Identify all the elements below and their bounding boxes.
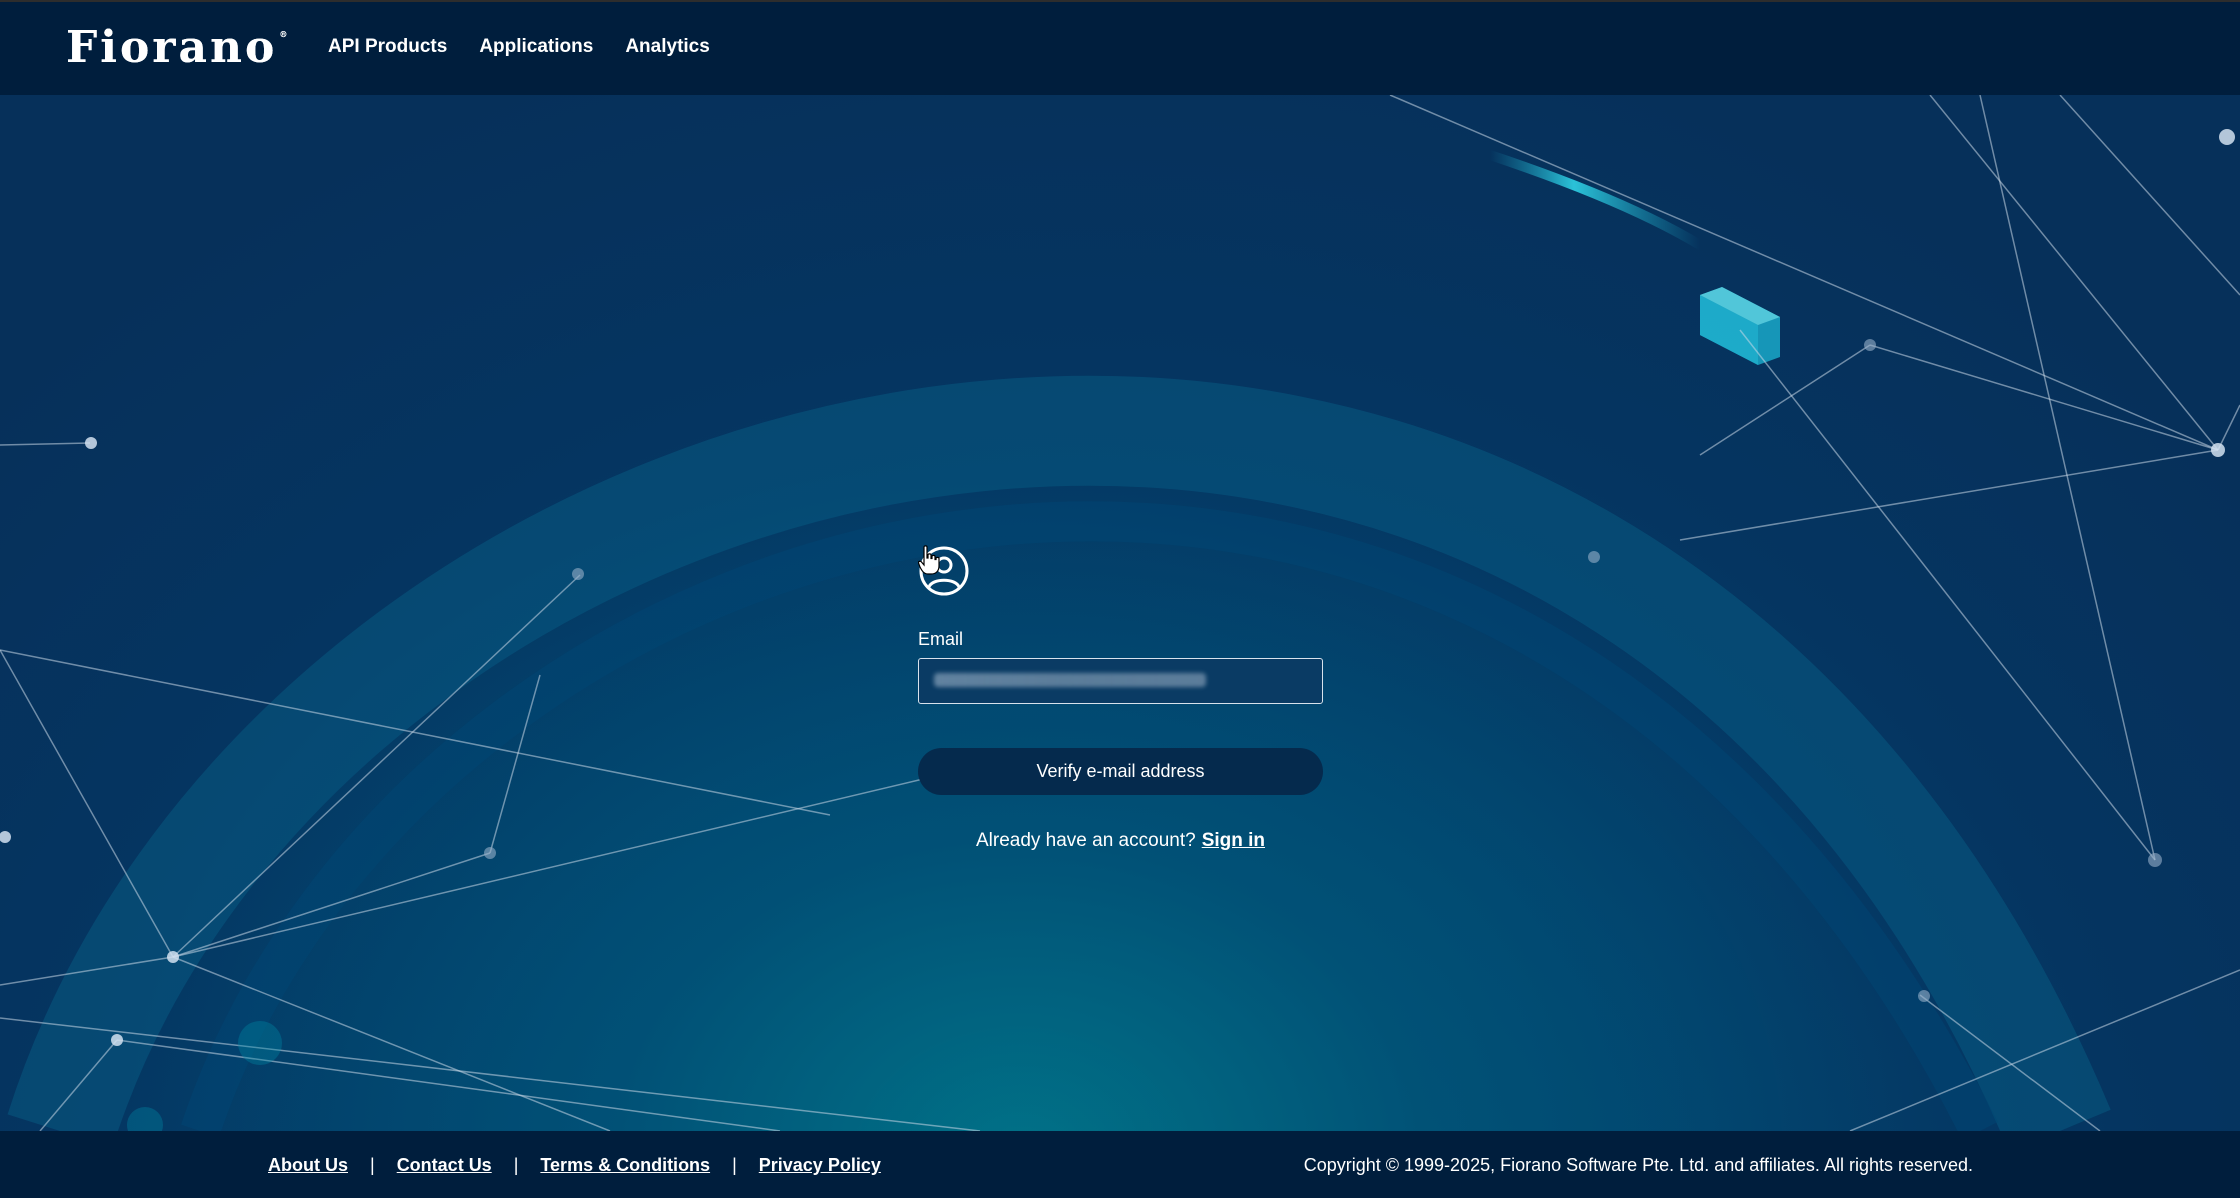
signin-link[interactable]: Sign in <box>1202 830 1265 851</box>
footer-separator: | <box>732 1155 737 1175</box>
footer-contact-us[interactable]: Contact Us <box>397 1155 492 1176</box>
footer-separator: | <box>370 1155 375 1175</box>
nav-api-products[interactable]: API Products <box>328 36 447 58</box>
footer-terms[interactable]: Terms & Conditions <box>540 1155 710 1176</box>
footer: About Us | Contact Us | Terms & Conditio… <box>0 1131 2240 1198</box>
nav-analytics[interactable]: Analytics <box>625 36 709 58</box>
footer-separator: | <box>513 1155 519 1175</box>
signin-prompt: Already have an account? <box>975 830 1196 851</box>
nav-applications[interactable]: Applications <box>479 36 593 58</box>
email-value-redacted <box>934 673 1206 687</box>
hero-background: Email Verify e-mail address Already have… <box>0 95 2240 1131</box>
fiorano-logo[interactable]: Fiorano ® <box>66 26 290 70</box>
email-label: Email <box>918 629 964 649</box>
network-lines-decoration <box>0 95 2240 1131</box>
main-nav: API Products Applications Analytics <box>328 36 710 58</box>
copyright-text: Copyright © 1999-2025, Fiorano Software … <box>1303 1155 1973 1175</box>
verify-email-button[interactable]: Verify e-mail address <box>918 748 1323 795</box>
hand-cursor-icon <box>918 545 940 575</box>
footer-links: About Us | Contact Us | Terms & Conditio… <box>268 1155 881 1176</box>
signin-row: Already have an account? Sign in <box>918 830 1323 852</box>
footer-about-us[interactable]: About Us <box>268 1155 348 1176</box>
top-navbar: Fiorano ® API Products Applications Analy… <box>0 0 2240 95</box>
footer-privacy-policy[interactable]: Privacy Policy <box>759 1155 881 1176</box>
